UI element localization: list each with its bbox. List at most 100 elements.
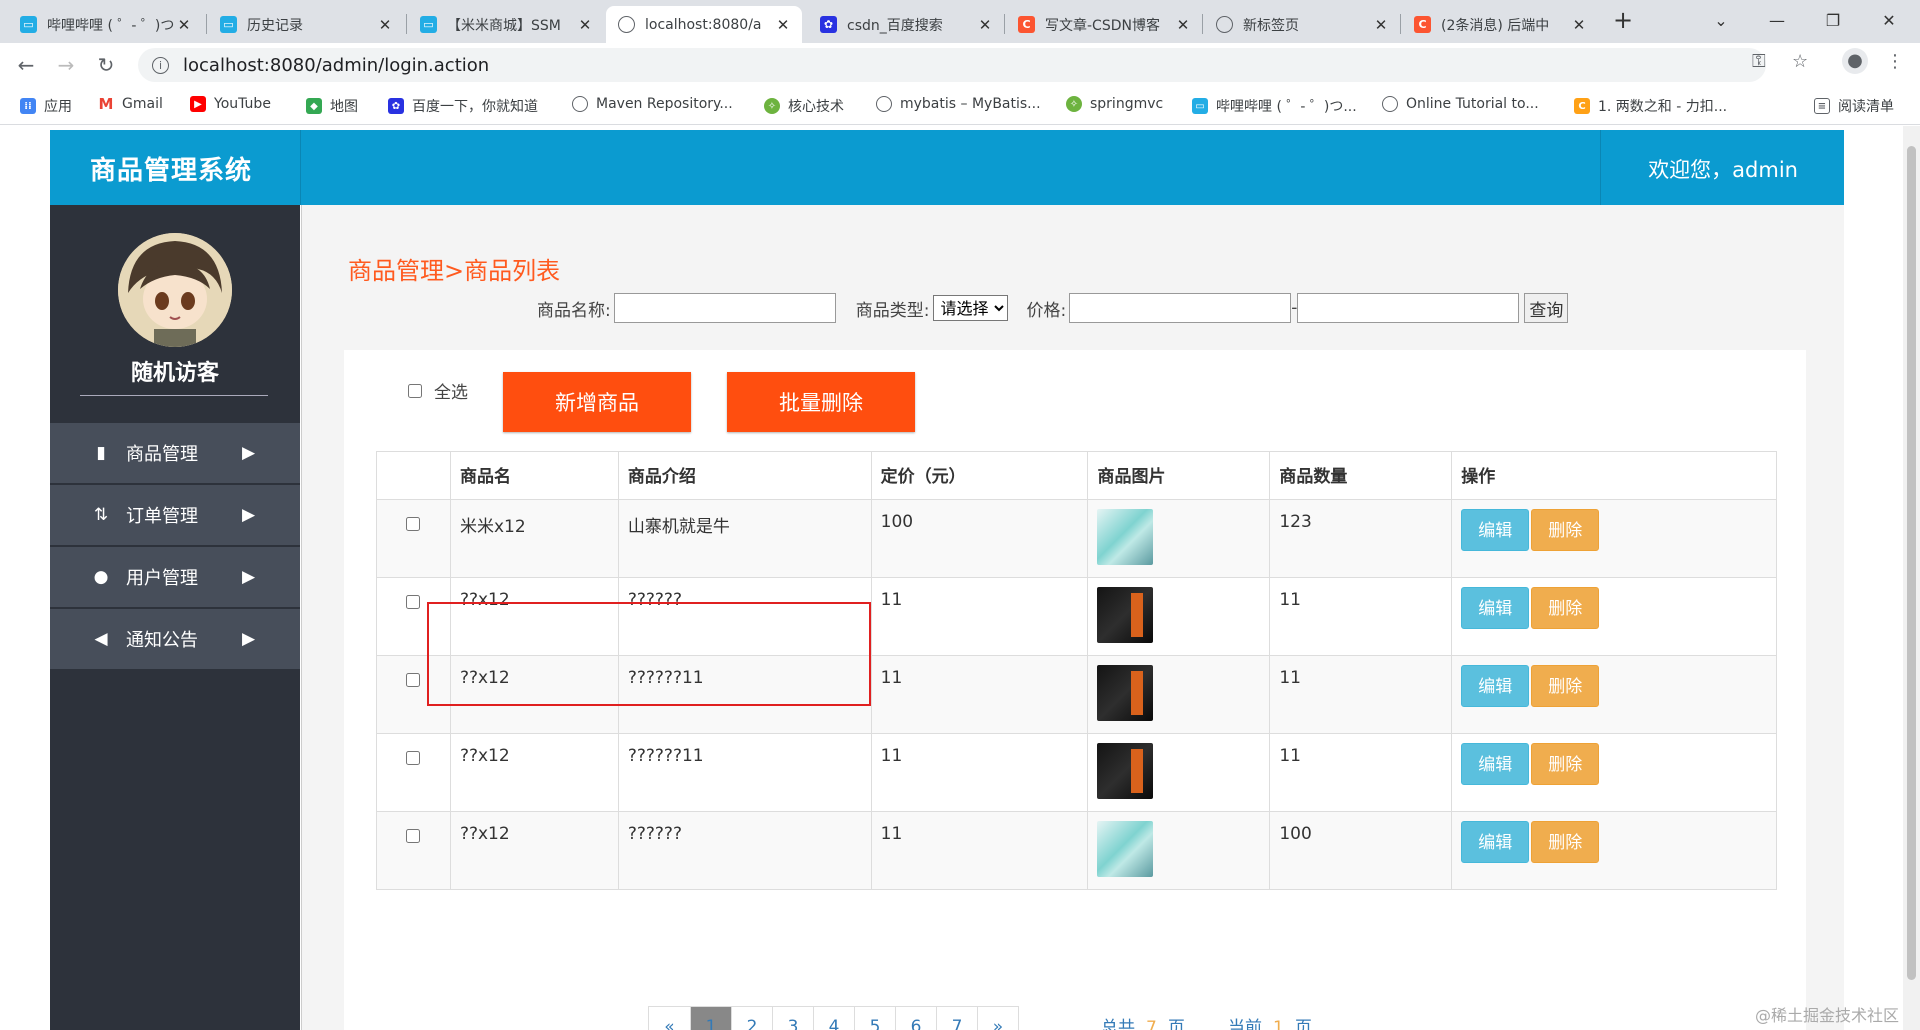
edit-button[interactable]: 编辑 [1461,665,1530,707]
delete-button[interactable]: 删除 [1531,509,1600,551]
breadcrumb: 商品管理>商品列表 [348,257,561,285]
query-button[interactable]: 查询 [1524,293,1569,323]
close-tab-icon[interactable]: ✕ [576,16,594,34]
close-tab-icon[interactable]: ✕ [976,16,994,34]
sidebar-item-users[interactable]: ● 用户管理 ▶ [50,547,300,607]
bookmark-item[interactable]: C 1. 两数之和 - 力扣... [1574,96,1727,116]
new-tab-button[interactable]: + [1600,0,1646,40]
browser-tab[interactable]: ▭ 历史记录 ✕ [208,6,404,43]
delete-button[interactable]: 删除 [1531,587,1600,629]
edit-button[interactable]: 编辑 [1461,743,1530,785]
close-tab-icon[interactable]: ✕ [1570,16,1588,34]
bookmark-item[interactable]: Online Tutorial to... [1382,96,1539,112]
row-checkbox[interactable] [406,829,421,843]
user-name: 随机访客 [130,361,219,386]
minimize-button[interactable]: — [1754,0,1800,40]
sidebar-item-goods[interactable]: ▮ 商品管理 ▶ [50,423,300,483]
app-header: 商品管理系统 欢迎您，admin [50,130,1844,205]
page-button[interactable]: 4 [813,1007,854,1030]
goods-desc-cell: ?????? [617,811,872,890]
forward-arrow-icon[interactable]: → [52,51,80,79]
price-min-input[interactable] [1069,293,1292,323]
globe-icon [1382,96,1398,112]
address-toolbar: ← → ↻ i localhost:8080/admin/login.actio… [0,43,1920,87]
browser-tab-active[interactable]: localhost:8080/a ✕ [606,6,802,43]
close-tab-icon[interactable]: ✕ [376,16,394,34]
delete-button[interactable]: 删除 [1531,821,1600,863]
info-icon[interactable]: i [152,56,169,74]
add-goods-button[interactable]: 新增商品 [503,372,691,432]
page-button[interactable]: 6 [895,1007,936,1030]
url-bar[interactable]: i localhost:8080/admin/login.action [138,48,1766,82]
goods-name-input[interactable] [613,293,836,323]
sidebar-item-notices[interactable]: ◀ 通知公告 ▶ [50,609,300,669]
browser-tab[interactable]: ▭ 哔哩哔哩 ( ゜- ゜)つロ ✕ [8,6,203,43]
row-checkbox[interactable] [406,517,421,531]
edit-button[interactable]: 编辑 [1461,509,1530,551]
bookmark-item[interactable]: ◆ 地图 [306,96,358,116]
close-tab-icon[interactable]: ✕ [1372,16,1390,34]
batch-delete-button[interactable]: 批量删除 [727,372,915,432]
goods-image [1097,509,1154,565]
bookmark-item[interactable]: ✿ 百度一下，你就知道 [388,96,538,116]
page-button[interactable]: 7 [936,1007,977,1030]
edit-button[interactable]: 编辑 [1461,821,1530,863]
browser-tab[interactable]: ✿ csdn_百度搜索 ✕ [808,6,1004,43]
tab-search-icon[interactable]: ⌄ [1698,0,1744,40]
edit-button[interactable]: 编辑 [1461,587,1530,629]
row-checkbox[interactable] [406,673,421,687]
sidebar-item-orders[interactable]: ⇅ 订单管理 ▶ [50,485,300,545]
bookmark-item[interactable]: M Gmail [98,95,163,113]
next-page-button[interactable]: » [977,1007,1018,1030]
page-scrollbar[interactable] [1903,126,1920,1030]
delete-button[interactable]: 删除 [1531,743,1600,785]
browser-tab[interactable]: 新标签页 ✕ [1204,6,1400,43]
row-checkbox[interactable] [406,595,421,609]
gmail-icon: M [98,95,114,113]
column-header: 商品图片 [1087,451,1271,500]
maps-icon: ◆ [306,98,322,114]
back-arrow-icon[interactable]: ← [12,51,40,79]
select-all-checkbox[interactable] [408,383,422,398]
bookmark-item[interactable]: mybatis – MyBatis... [876,96,1041,112]
sidebar: 随机访客 ▮ 商品管理 ▶ ⇅ 订单管理 ▶ ● 用户管理 ▶ ◀ 通知公告 ▶ [50,205,300,1030]
bookmark-item[interactable]: Maven Repository... [572,96,733,112]
caret-right-icon: ▶ [242,443,256,463]
delete-button[interactable]: 删除 [1531,665,1600,707]
star-bookmark-icon[interactable]: ☆ [1792,51,1808,72]
restore-button[interactable]: ❐ [1810,0,1856,40]
page-button[interactable]: 1 [690,1007,731,1030]
globe-icon [618,16,635,33]
goods-price-cell: 11 [870,577,1089,656]
key-icon[interactable]: ⚿ [1752,51,1766,72]
goods-name-cell: ??x12 [449,733,619,812]
prev-page-button[interactable]: « [649,1007,690,1030]
close-tab-icon[interactable]: ✕ [1174,16,1192,34]
page-button[interactable]: 5 [854,1007,895,1030]
scrollbar-thumb[interactable] [1907,146,1916,980]
price-max-input[interactable] [1297,293,1520,323]
bookmark-item[interactable]: ✧ springmvc [1066,96,1163,112]
bookmark-item[interactable]: ⁞⁞ 应用 [20,96,72,116]
close-tab-icon[interactable]: ✕ [774,16,792,34]
menu-dots-icon[interactable]: ⋮ [1886,51,1904,72]
browser-tab[interactable]: C (2条消息) 后端中 ✕ [1402,6,1598,43]
goods-type-select[interactable]: 请选择 [933,295,1009,321]
close-tab-icon[interactable]: ✕ [175,16,193,34]
pagination: « 1 2 3 4 5 6 7 » [648,1006,1019,1030]
browser-tab[interactable]: ▭ 【米米商城】SSM ✕ [408,6,604,43]
reload-icon[interactable]: ↻ [92,51,120,79]
profile-icon[interactable]: ● [1842,48,1868,74]
bookmark-item[interactable]: ✧ 核心技术 [764,96,844,116]
bookmark-item[interactable]: ▭ 哔哩哔哩 ( ゜- ゜)つ... [1192,96,1357,116]
column-header: 操作 [1451,451,1777,500]
page-button[interactable]: 3 [772,1007,813,1030]
reading-list[interactable]: ≡ 阅读清单 [1814,96,1894,116]
bookmark-item[interactable]: ▶ YouTube [190,96,271,112]
page-button[interactable]: 2 [731,1007,772,1030]
close-window-button[interactable]: ✕ [1866,0,1912,40]
row-checkbox[interactable] [406,751,421,765]
select-all[interactable]: 全选 [408,378,468,403]
browser-tab[interactable]: C 写文章-CSDN博客 ✕ [1006,6,1202,43]
reading-list-icon: ≡ [1814,98,1830,114]
